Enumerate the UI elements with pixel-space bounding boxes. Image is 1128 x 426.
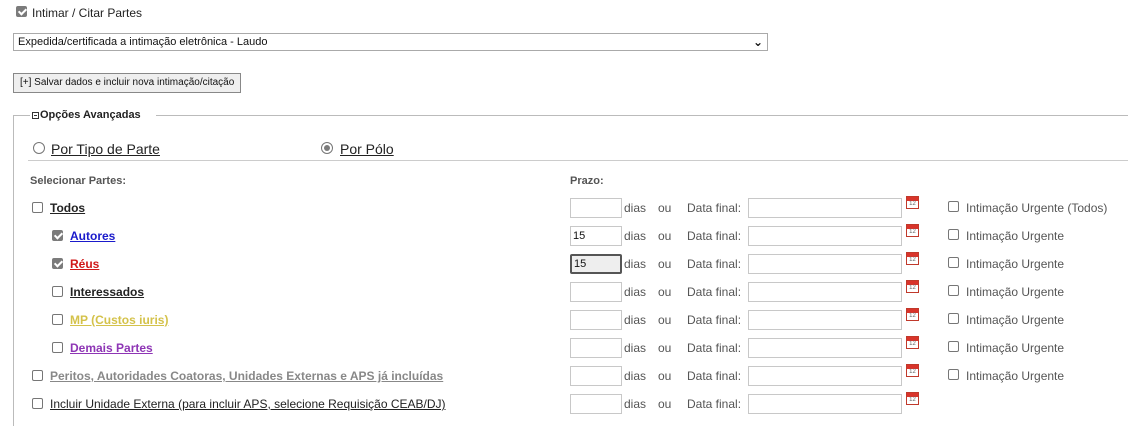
urgente-label: Intimação Urgente (Todos) <box>966 201 1108 215</box>
radio-por-polo-label[interactable]: Por Pólo <box>340 141 394 157</box>
party-demais-partes[interactable]: Demais Partes <box>70 341 153 355</box>
prazo-header: Prazo: <box>570 175 604 187</box>
calendar-icon[interactable]: 12 <box>906 364 919 377</box>
chevron-down-icon: ⌄ <box>752 35 763 49</box>
checkbox-urgente[interactable] <box>948 341 959 352</box>
prazo-dias-input[interactable] <box>570 366 622 386</box>
radio-por-tipo-parte[interactable] <box>33 142 45 154</box>
selecionar-partes-header: Selecionar Partes: <box>30 175 126 187</box>
incluir-unidade-externa-label[interactable]: Incluir Unidade Externa (para incluir AP… <box>50 397 446 411</box>
radio-por-polo[interactable] <box>321 142 333 154</box>
urgente-label: Intimação Urgente <box>966 229 1065 243</box>
ou-label: ou <box>658 397 672 411</box>
urgente-label: Intimação Urgente <box>966 341 1065 355</box>
dias-label: dias <box>624 201 647 215</box>
calendar-icon[interactable]: 12 <box>906 280 919 293</box>
prazo-dias-input[interactable] <box>570 394 622 414</box>
urgente-label: Intimação Urgente <box>966 313 1065 327</box>
prazo-dias-input[interactable] <box>570 338 622 358</box>
data-final-label: Data final: <box>687 201 742 215</box>
checkbox-demais-partes[interactable] <box>52 342 63 353</box>
data-final-input[interactable] <box>748 282 902 302</box>
dias-label: dias <box>624 257 647 271</box>
ou-label: ou <box>658 341 672 355</box>
party-mp[interactable]: MP (Custos iuris) <box>70 313 168 327</box>
dias-label: dias <box>624 313 647 327</box>
urgente-label: Intimação Urgente <box>966 257 1065 271</box>
dias-label: dias <box>624 397 647 411</box>
party-interessados[interactable]: Interessados <box>70 285 144 299</box>
ou-label: ou <box>658 229 672 243</box>
checkbox-todos[interactable] <box>32 202 43 213</box>
prazo-dias-input[interactable] <box>570 310 622 330</box>
calendar-icon[interactable]: 12 <box>906 196 919 209</box>
radio-por-tipo-parte-label[interactable]: Por Tipo de Parte <box>51 141 160 157</box>
tipo-intimacao-value: Expedida/certificada a intimação eletrôn… <box>18 36 268 48</box>
fieldset-border <box>13 115 14 426</box>
ou-label: ou <box>658 257 672 271</box>
data-final-label: Data final: <box>687 369 742 383</box>
checkbox-urgente[interactable] <box>948 313 959 324</box>
dias-label: dias <box>624 369 647 383</box>
calendar-icon[interactable]: 12 <box>906 308 919 321</box>
opcoes-avancadas-title: Opções Avançadas <box>40 109 141 121</box>
opcoes-avancadas-legend[interactable]: Opções Avançadas <box>32 109 141 121</box>
intimar-checkbox[interactable] <box>16 6 27 17</box>
prazo-dias-input[interactable] <box>570 198 622 218</box>
data-final-label: Data final: <box>687 397 742 411</box>
ou-label: ou <box>658 201 672 215</box>
checkbox-peritos[interactable] <box>32 370 43 381</box>
calendar-icon[interactable]: 12 <box>906 252 919 265</box>
data-final-input[interactable] <box>748 394 902 414</box>
intimar-label: Intimar / Citar Partes <box>32 6 143 20</box>
ou-label: ou <box>658 369 672 383</box>
party-peritos[interactable]: Peritos, Autoridades Coatoras, Unidades … <box>50 369 443 383</box>
data-final-label: Data final: <box>687 257 742 271</box>
checkbox-urgente[interactable] <box>948 201 959 212</box>
dias-label: dias <box>624 229 647 243</box>
checkbox-urgente[interactable] <box>948 369 959 380</box>
dias-label: dias <box>624 285 647 299</box>
ou-label: ou <box>658 313 672 327</box>
data-final-label: Data final: <box>687 285 742 299</box>
checkbox-autores[interactable] <box>52 230 63 241</box>
calendar-icon[interactable]: 12 <box>906 224 919 237</box>
divider <box>28 160 1128 161</box>
dias-label: dias <box>624 341 647 355</box>
checkbox-urgente[interactable] <box>948 257 959 268</box>
fieldset-border <box>156 115 1128 116</box>
checkbox-incluir-unidade-externa[interactable] <box>32 398 43 409</box>
data-final-input[interactable] <box>748 310 902 330</box>
data-final-input[interactable] <box>748 226 902 246</box>
prazo-dias-input[interactable]: 15 <box>570 226 622 246</box>
urgente-label: Intimação Urgente <box>966 369 1065 383</box>
prazo-dias-input[interactable] <box>570 282 622 302</box>
urgente-label: Intimação Urgente <box>966 285 1065 299</box>
data-final-input[interactable] <box>748 198 902 218</box>
calendar-icon[interactable]: 12 <box>906 336 919 349</box>
party-todos[interactable]: Todos <box>50 201 85 215</box>
calendar-icon[interactable]: 12 <box>906 392 919 405</box>
checkbox-urgente[interactable] <box>948 229 959 240</box>
data-final-input[interactable] <box>748 366 902 386</box>
party-autores[interactable]: Autores <box>70 229 115 243</box>
fieldset-border <box>13 115 30 116</box>
checkbox-reus[interactable] <box>52 258 63 269</box>
data-final-label: Data final: <box>687 341 742 355</box>
checkbox-mp[interactable] <box>52 314 63 325</box>
ou-label: ou <box>658 285 672 299</box>
data-final-input[interactable] <box>748 254 902 274</box>
data-final-label: Data final: <box>687 229 742 243</box>
data-final-label: Data final: <box>687 313 742 327</box>
data-final-input[interactable] <box>748 338 902 358</box>
tipo-intimacao-select[interactable]: Expedida/certificada a intimação eletrôn… <box>13 33 768 51</box>
checkbox-urgente[interactable] <box>948 285 959 296</box>
party-reus[interactable]: Réus <box>70 257 99 271</box>
collapse-icon[interactable] <box>32 111 39 119</box>
checkbox-interessados[interactable] <box>52 286 63 297</box>
prazo-dias-input[interactable]: 15 <box>570 254 622 274</box>
salvar-incluir-button[interactable]: [+] Salvar dados e incluir nova intimaçã… <box>13 73 242 93</box>
